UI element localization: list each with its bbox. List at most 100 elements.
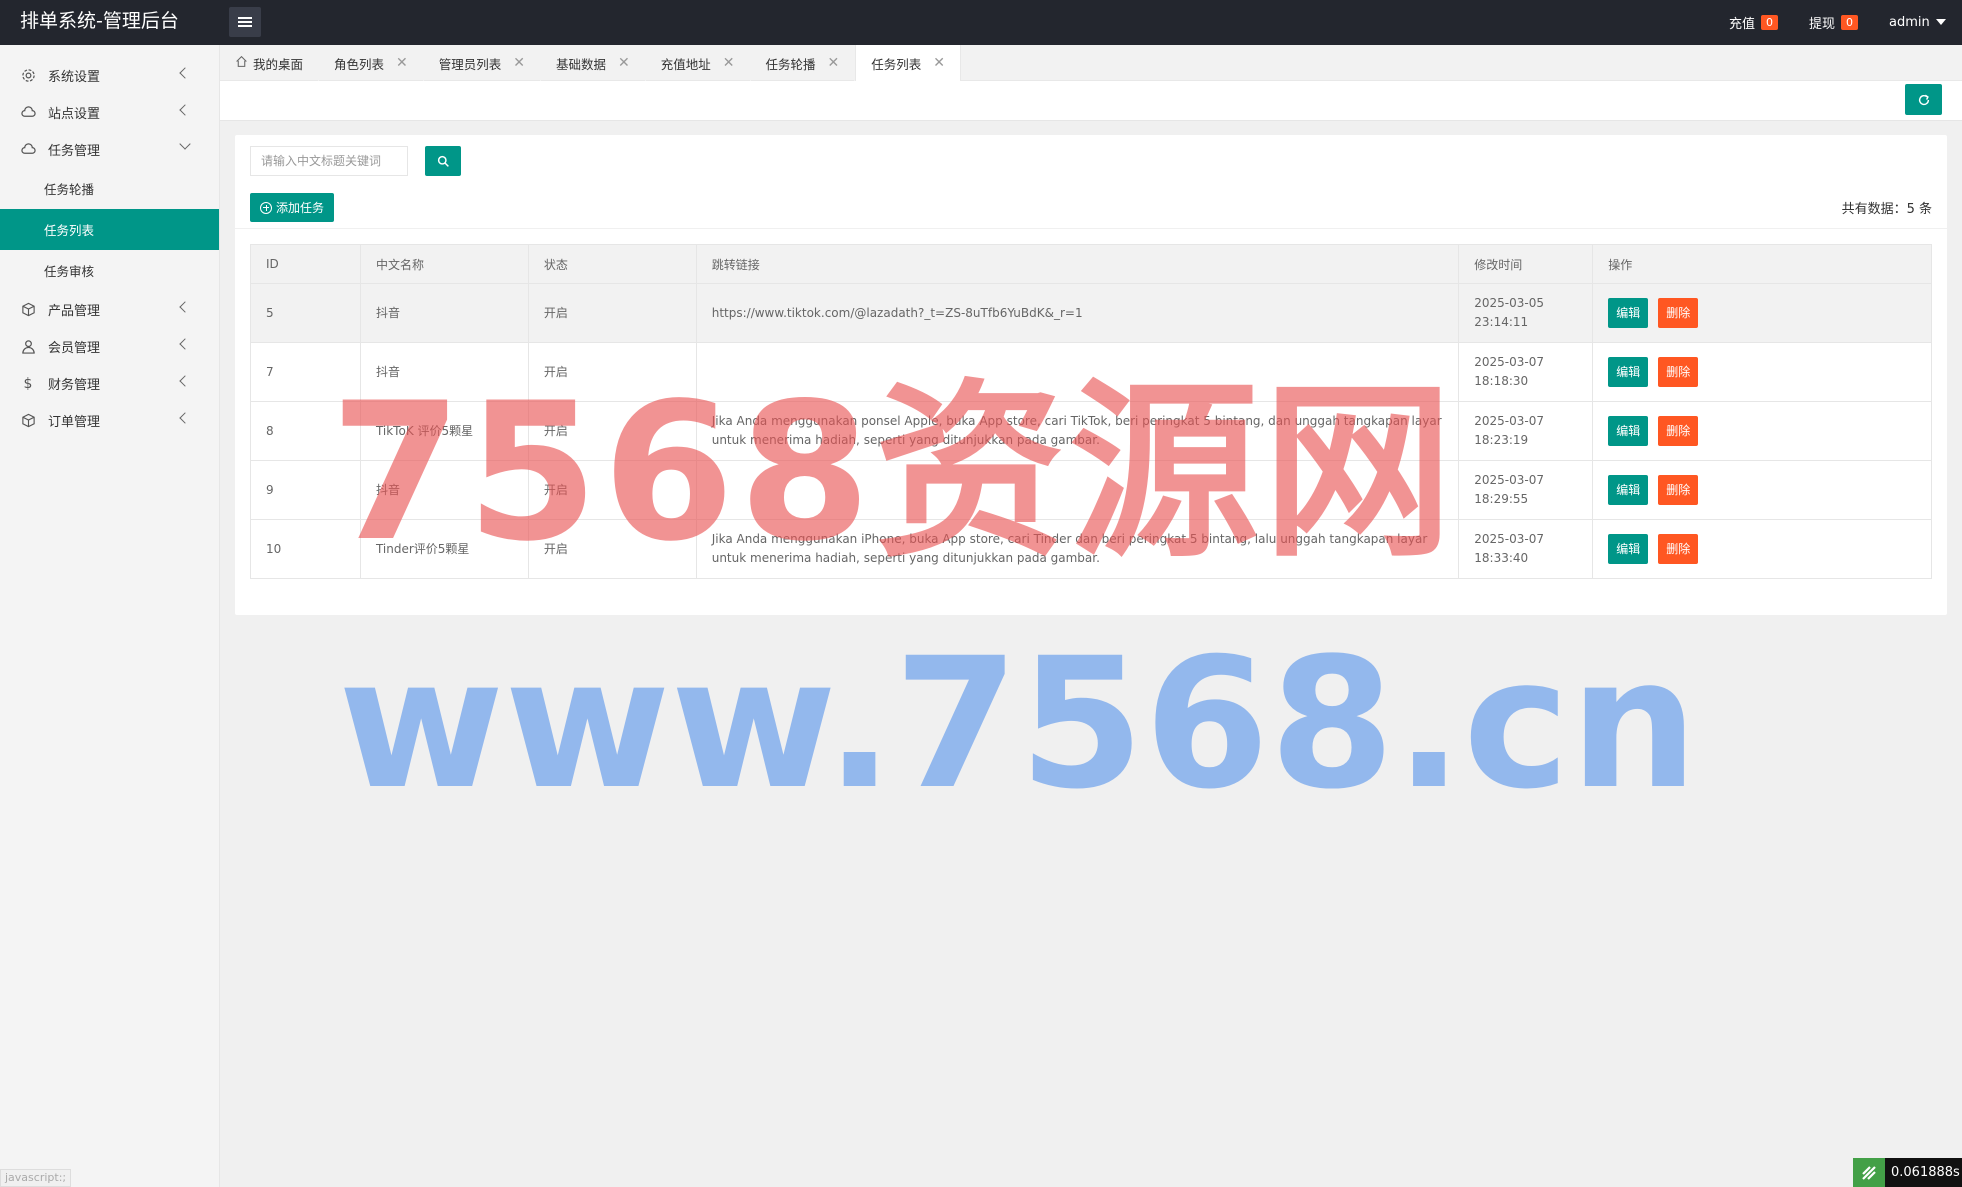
withdraw-label: 提现 [1809, 17, 1836, 32]
tab-label: 充值地址 [660, 56, 711, 72]
sidebar-item-order-management[interactable]: 订单管理 [0, 402, 219, 439]
menu-toggle-button[interactable] [229, 7, 261, 37]
delete-button[interactable]: 删除 [1658, 475, 1699, 505]
tab-task-list[interactable]: 任务列表 ✕ [855, 45, 962, 81]
close-icon[interactable]: ✕ [828, 55, 840, 71]
hamburger-icon [238, 17, 252, 27]
col-name: 中文名称 [359, 244, 529, 284]
leaf-logo-icon [1853, 1158, 1885, 1187]
tab-role-list[interactable]: 角色列表 ✕ [319, 45, 424, 81]
cell-link: https://www.tiktok.com/@lazadath?_t=ZS-8… [695, 283, 1460, 343]
perf-value: 0.061888s [1885, 1158, 1962, 1187]
sidebar-subitem-task-carousel[interactable]: 任务轮播 [0, 168, 219, 209]
tab-my-desktop[interactable]: 我的桌面 [220, 45, 320, 81]
edit-button[interactable]: 编辑 [1608, 357, 1649, 387]
add-task-label: 添加任务 [276, 201, 325, 215]
cell-actions: 编辑 删除 [1592, 283, 1932, 343]
delete-button[interactable]: 删除 [1658, 534, 1699, 564]
recharge-badge: 0 [1761, 15, 1779, 30]
sidebar-item-label: 会员管理 [48, 341, 101, 356]
cell-status: 开启 [527, 401, 697, 461]
withdraw-badge: 0 [1841, 15, 1859, 30]
cell-time: 2025-03-07 18:33:40 [1458, 519, 1594, 579]
close-icon[interactable]: ✕ [513, 55, 525, 71]
delete-button[interactable]: 删除 [1658, 357, 1699, 387]
box-icon [20, 413, 36, 429]
tab-basic-data[interactable]: 基础数据 ✕ [541, 45, 646, 81]
plus-circle-icon [260, 201, 272, 214]
table-row: 10 Tinder评价5颗星 开启 Jika Anda menggunakan … [250, 519, 1932, 579]
sidebar-item-site-settings[interactable]: 站点设置 [0, 94, 219, 131]
withdraw-link[interactable]: 提现 0 [1809, 0, 1859, 45]
cell-name: 抖音 [359, 342, 529, 402]
cloud-icon [20, 105, 36, 121]
chevron-left-icon [179, 412, 191, 424]
chevron-left-icon [179, 301, 191, 313]
sidebar-subitem-task-review[interactable]: 任务审核 [0, 250, 219, 291]
delete-button[interactable]: 删除 [1658, 416, 1699, 446]
cell-id: 9 [250, 460, 361, 520]
user-menu[interactable]: admin [1889, 0, 1946, 45]
close-icon[interactable]: ✕ [723, 55, 735, 71]
edit-button[interactable]: 编辑 [1608, 534, 1649, 564]
tab-label: 基础数据 [556, 56, 607, 72]
cell-status: 开启 [527, 460, 697, 520]
sidebar-item-member-management[interactable]: 会员管理 [0, 328, 219, 365]
tab-label: 管理员列表 [438, 56, 502, 72]
cell-name: 抖音 [359, 283, 529, 343]
close-icon[interactable]: ✕ [933, 55, 945, 71]
edit-button[interactable]: 编辑 [1608, 475, 1649, 505]
gear-icon [20, 68, 36, 84]
col-id: ID [250, 244, 361, 284]
add-task-button[interactable]: 添加任务 [250, 193, 335, 222]
cell-name: Tinder评价5颗星 [359, 519, 529, 579]
close-icon[interactable]: ✕ [618, 55, 630, 71]
delete-button[interactable]: 删除 [1658, 298, 1699, 328]
tab-task-carousel[interactable]: 任务轮播 ✕ [751, 45, 856, 81]
sidebar-item-label: 系统设置 [48, 70, 101, 85]
cell-actions: 编辑 删除 [1592, 460, 1932, 520]
app-title: 排单系统-管理后台 [20, 10, 179, 32]
sidebar-item-label: 产品管理 [48, 304, 101, 319]
sidebar-item-product-management[interactable]: 产品管理 [0, 291, 219, 328]
total-count: 共有数据：5 条 [1841, 202, 1932, 217]
chevron-left-icon [179, 375, 191, 387]
sidebar-item-finance-management[interactable]: $ 财务管理 [0, 365, 219, 402]
edit-button[interactable]: 编辑 [1608, 298, 1649, 328]
cloud-icon [20, 142, 36, 158]
sidebar-item-label: 站点设置 [48, 107, 101, 122]
refresh-button[interactable] [1905, 84, 1942, 115]
sidebar-item-system-settings[interactable]: 系统设置 [0, 57, 219, 94]
chevron-left-icon [179, 104, 191, 116]
cell-id: 10 [250, 519, 361, 579]
tab-recharge-address[interactable]: 充值地址 ✕ [646, 45, 751, 81]
cell-actions: 编辑 删除 [1592, 519, 1932, 579]
cell-time: 2025-03-05 23:14:11 [1458, 283, 1594, 343]
col-status: 状态 [527, 244, 697, 284]
close-icon[interactable]: ✕ [396, 55, 408, 71]
cell-link [695, 460, 1460, 520]
cell-id: 5 [250, 283, 361, 343]
edit-button[interactable]: 编辑 [1608, 416, 1649, 446]
cell-status: 开启 [527, 342, 697, 402]
caret-down-icon [1935, 18, 1946, 25]
sidebar-subitem-task-list[interactable]: 任务列表 [0, 209, 219, 250]
sidebar-item-label: 财务管理 [48, 378, 101, 393]
table-row: 7 抖音 开启 2025-03-07 18:18:30 编辑 删除 [250, 342, 1932, 402]
tab-label: 角色列表 [334, 56, 385, 72]
task-list-card: 添加任务 共有数据：5 条 ID 中文名称 状态 跳转链接 修改时间 操作 5 … [235, 135, 1947, 615]
sidebar-item-task-management[interactable]: 任务管理 [0, 131, 219, 168]
search-input[interactable] [250, 146, 408, 176]
cell-id: 8 [250, 401, 361, 461]
cell-link: Jika Anda menggunakan iPhone, buka App s… [695, 519, 1460, 579]
cell-link [695, 342, 1460, 402]
search-button[interactable] [425, 146, 461, 176]
col-link: 跳转链接 [695, 244, 1460, 284]
chevron-left-icon [179, 67, 191, 79]
tab-bar: 我的桌面 角色列表 ✕ 管理员列表 ✕ 基础数据 ✕ 充值地址 ✕ 任务轮播 ✕… [220, 45, 1962, 81]
recharge-link[interactable]: 充值 0 [1729, 0, 1779, 45]
cell-actions: 编辑 删除 [1592, 342, 1932, 402]
col-actions: 操作 [1592, 244, 1932, 284]
cell-link: Jika Anda menggunakan ponsel Apple, buka… [695, 401, 1460, 461]
tab-admin-list[interactable]: 管理员列表 ✕ [424, 45, 542, 81]
